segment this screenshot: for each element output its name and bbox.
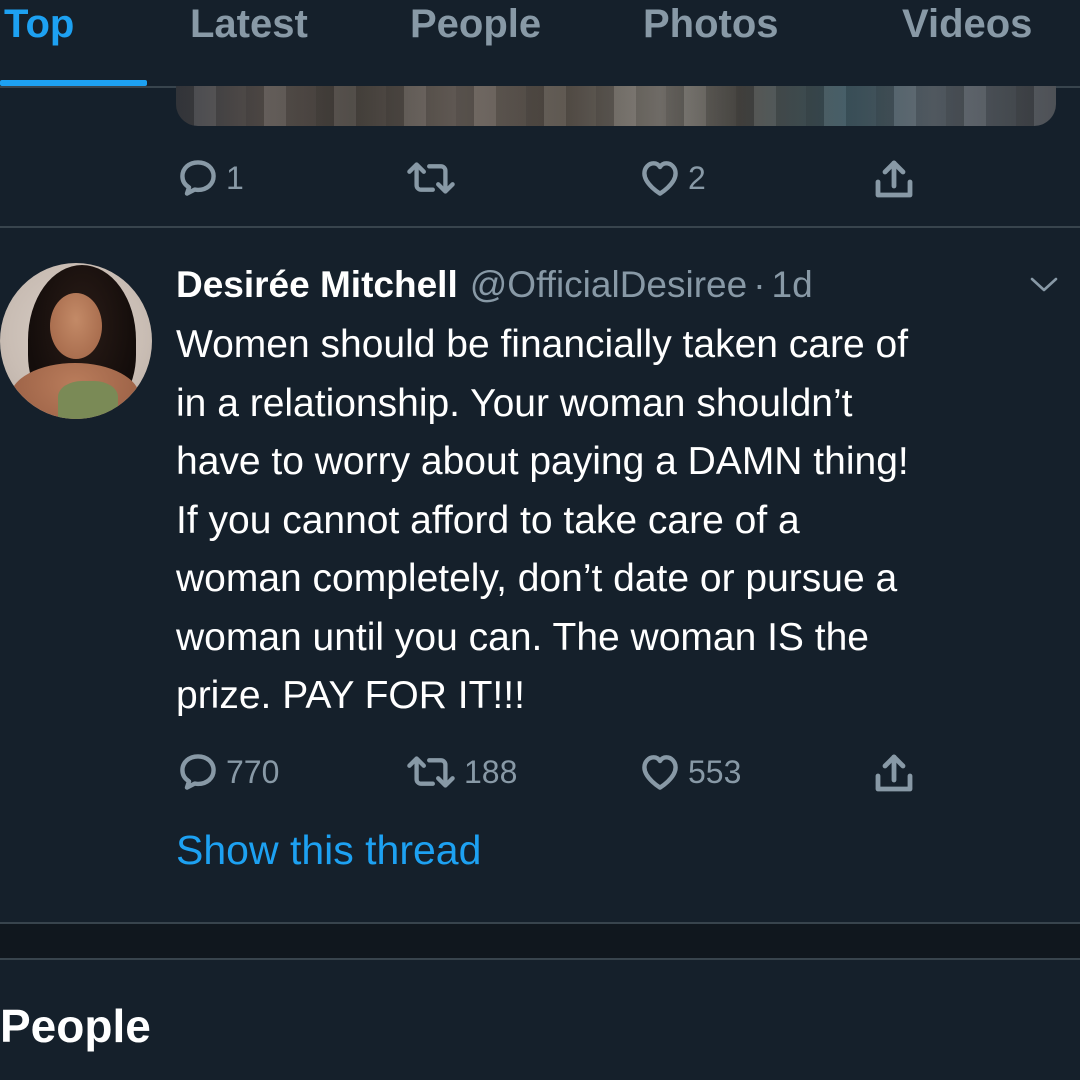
show-thread-link[interactable]: Show this thread bbox=[176, 822, 481, 878]
search-results-screen: Top Latest People Photos Videos 1 2 Desi… bbox=[0, 0, 1080, 1080]
tweet-media-image[interactable] bbox=[176, 86, 1056, 126]
reply-button[interactable]: 1 bbox=[176, 156, 244, 200]
tab-photos[interactable]: Photos bbox=[643, 0, 779, 52]
avatar[interactable] bbox=[0, 263, 152, 419]
like-button[interactable]: 2 bbox=[638, 156, 706, 200]
like-count: 2 bbox=[688, 159, 706, 196]
share-button[interactable] bbox=[870, 156, 918, 204]
share-icon bbox=[875, 754, 913, 792]
reply-count: 1 bbox=[226, 159, 244, 196]
tweet-text-line: prize. PAY FOR IT!!! bbox=[176, 674, 525, 717]
tweet-text-line: woman completely, don’t date or pursue a bbox=[176, 557, 898, 600]
like-count: 553 bbox=[688, 753, 742, 790]
tab-top[interactable]: Top bbox=[4, 0, 74, 52]
tweet-text-line: in a relationship. Your woman shouldn’t bbox=[176, 381, 853, 425]
heart-icon bbox=[642, 755, 678, 790]
like-button[interactable]: 553 bbox=[638, 750, 741, 794]
section-separator bbox=[0, 922, 1080, 960]
tweet-text-line: have to worry about paying a DAMN thing! bbox=[176, 440, 909, 483]
tab-videos[interactable]: Videos bbox=[902, 0, 1032, 52]
share-icon bbox=[875, 160, 913, 198]
reply-icon bbox=[180, 160, 216, 196]
heart-icon bbox=[642, 161, 678, 196]
reply-count: 770 bbox=[226, 753, 280, 790]
tweet-text-line: Women should be financially taken care o… bbox=[176, 323, 909, 366]
tab-people[interactable]: People bbox=[410, 0, 541, 52]
author-handle[interactable]: @OfficialDesiree bbox=[470, 264, 747, 306]
search-tabs: Top Latest People Photos Videos bbox=[0, 0, 1080, 88]
retweet-icon bbox=[407, 162, 455, 194]
people-section-title: People bbox=[0, 1000, 151, 1052]
retweet-button[interactable]: 188 bbox=[404, 750, 517, 794]
tweet-text-line: If you cannot afford to take care of a bbox=[176, 498, 800, 542]
reply-icon bbox=[180, 754, 216, 790]
tweet-timestamp[interactable]: 1d bbox=[772, 264, 813, 306]
chevron-down-icon[interactable] bbox=[1026, 272, 1062, 296]
retweet-icon bbox=[407, 756, 455, 788]
tweet-header: Desirée Mitchell @OfficialDesiree · 1d bbox=[176, 260, 813, 310]
reply-button[interactable]: 770 bbox=[176, 750, 279, 794]
tab-latest[interactable]: Latest bbox=[190, 0, 308, 52]
retweet-count: 188 bbox=[464, 753, 518, 790]
active-tab-indicator bbox=[0, 80, 147, 86]
header-separator: · bbox=[753, 264, 766, 305]
tweet-text: Women should be financially taken care o… bbox=[176, 316, 1066, 726]
share-button[interactable] bbox=[870, 750, 918, 798]
retweet-button[interactable] bbox=[404, 156, 464, 200]
tweet-divider bbox=[0, 226, 1080, 228]
tweet-text-line: woman until you can. The woman IS the bbox=[176, 615, 869, 659]
author-name[interactable]: Desirée Mitchell bbox=[176, 264, 458, 306]
